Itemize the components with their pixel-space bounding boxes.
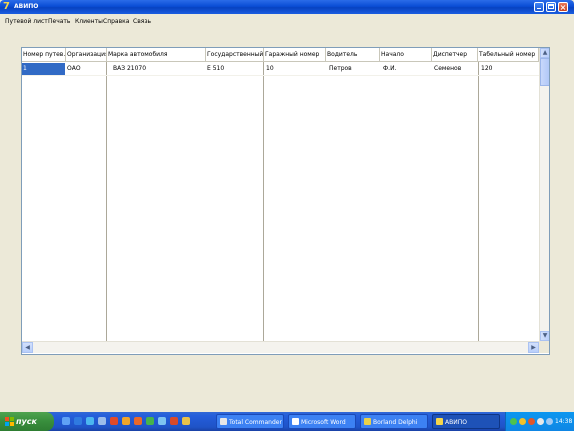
scroll-left-button[interactable]: ◀ bbox=[22, 342, 33, 353]
quicklaunch-mail-icon[interactable] bbox=[98, 417, 106, 425]
menu-item-connection[interactable]: Связь bbox=[133, 18, 151, 25]
minimize-icon bbox=[537, 8, 541, 9]
maximize-button[interactable] bbox=[546, 2, 556, 12]
menu-item-print[interactable]: Печать bbox=[48, 18, 70, 25]
quicklaunch-browser-icon[interactable] bbox=[74, 417, 82, 425]
menu-bar: Путевой лист Печать Клиенты Справка Связ… bbox=[0, 14, 574, 26]
column-header-driver[interactable]: Водитель bbox=[326, 48, 380, 62]
app-logo-icon: 7 bbox=[3, 1, 10, 12]
window-title: АВИПО bbox=[14, 3, 39, 10]
quicklaunch-player-icon[interactable] bbox=[134, 417, 142, 425]
tray-volume-icon[interactable] bbox=[537, 418, 544, 425]
column-divider bbox=[478, 62, 479, 341]
close-icon: × bbox=[559, 3, 567, 12]
scroll-corner bbox=[539, 341, 549, 353]
task-delphi[interactable]: Borland Delphi bbox=[360, 414, 428, 429]
delphi-icon bbox=[364, 418, 371, 425]
quicklaunch-explorer-icon[interactable] bbox=[86, 417, 94, 425]
column-divider bbox=[106, 62, 107, 341]
app-window: 7 АВИПО × Путевой лист Печать Клиенты Сп… bbox=[0, 0, 574, 412]
quicklaunch-network-icon[interactable] bbox=[158, 417, 166, 425]
column-header-car-make[interactable]: Марка автомобиля bbox=[107, 48, 206, 62]
vertical-scroll-thumb[interactable] bbox=[540, 58, 549, 86]
column-header-personnel-number[interactable]: Табельный номер bbox=[478, 48, 539, 62]
cell-garage-number[interactable]: 10 bbox=[265, 65, 326, 72]
tray-antivirus-icon[interactable] bbox=[528, 418, 535, 425]
quicklaunch-app-icon[interactable] bbox=[110, 417, 118, 425]
column-header-state-number[interactable]: Государственный номер bbox=[206, 48, 264, 62]
taskbar: пуск Total Commander Microsoft Word Borl… bbox=[0, 412, 574, 431]
column-header-dispatcher[interactable]: Диспетчер bbox=[432, 48, 478, 62]
cell-state-number[interactable]: Е 510 bbox=[206, 65, 263, 72]
cell-car-make[interactable]: ВАЗ 21070 bbox=[112, 65, 205, 72]
total-commander-icon bbox=[220, 418, 227, 425]
task-avipo[interactable]: АВИПО bbox=[432, 414, 500, 429]
start-label: пуск bbox=[16, 417, 37, 426]
maximize-icon bbox=[548, 4, 554, 9]
title-bar[interactable]: 7 АВИПО × bbox=[0, 0, 574, 14]
quicklaunch-desktop-icon[interactable] bbox=[62, 417, 70, 425]
scroll-down-button[interactable]: ▼ bbox=[540, 331, 549, 341]
cell-dispatcher[interactable]: Семенов bbox=[433, 65, 478, 72]
scroll-up-button[interactable]: ▲ bbox=[540, 48, 549, 58]
tray-clock[interactable]: 14:38 bbox=[555, 418, 572, 425]
start-button[interactable]: пуск bbox=[0, 412, 54, 431]
word-icon bbox=[292, 418, 299, 425]
cell-start[interactable]: Ф.И. bbox=[382, 65, 431, 72]
column-header-garage-number[interactable]: Гаражный номер bbox=[264, 48, 326, 62]
system-tray: 14:38 bbox=[505, 412, 574, 431]
quicklaunch-folder-icon[interactable] bbox=[182, 417, 190, 425]
row-divider bbox=[22, 75, 539, 76]
windows-logo-icon bbox=[5, 417, 14, 426]
tray-language-icon[interactable] bbox=[546, 418, 553, 425]
menu-item-waybill[interactable]: Путевой лист bbox=[5, 18, 48, 25]
column-divider bbox=[263, 62, 264, 341]
column-header-number[interactable]: Номер путев. bbox=[22, 48, 66, 62]
menu-item-clients[interactable]: Клиенты bbox=[75, 18, 103, 25]
horizontal-scrollbar[interactable]: ◀ ▶ bbox=[22, 341, 539, 353]
minimize-button[interactable] bbox=[534, 2, 544, 12]
quicklaunch-tool-icon[interactable] bbox=[146, 417, 154, 425]
cell-number[interactable]: 1 bbox=[22, 63, 65, 75]
menu-item-help[interactable]: Справка bbox=[103, 18, 129, 25]
cell-driver[interactable]: Петров bbox=[328, 65, 379, 72]
quicklaunch-utility-icon[interactable] bbox=[170, 417, 178, 425]
tray-security-icon[interactable] bbox=[519, 418, 526, 425]
column-header-start[interactable]: Начало bbox=[380, 48, 432, 62]
cell-organization[interactable]: ОАО bbox=[66, 65, 107, 72]
scroll-right-button[interactable]: ▶ bbox=[528, 342, 539, 353]
avipo-icon bbox=[436, 418, 443, 425]
waybill-grid[interactable]: Номер путев. Организация Марка автомобил… bbox=[21, 47, 550, 355]
vertical-scrollbar[interactable]: ▲ ▼ bbox=[539, 48, 549, 341]
tray-network-icon[interactable] bbox=[510, 418, 517, 425]
column-header-organization[interactable]: Организация bbox=[66, 48, 107, 62]
close-button[interactable]: × bbox=[558, 2, 568, 12]
task-total-commander[interactable]: Total Commander bbox=[216, 414, 284, 429]
quicklaunch-media-icon[interactable] bbox=[122, 417, 130, 425]
cell-personnel-number[interactable]: 120 bbox=[480, 65, 537, 72]
task-word[interactable]: Microsoft Word bbox=[288, 414, 356, 429]
